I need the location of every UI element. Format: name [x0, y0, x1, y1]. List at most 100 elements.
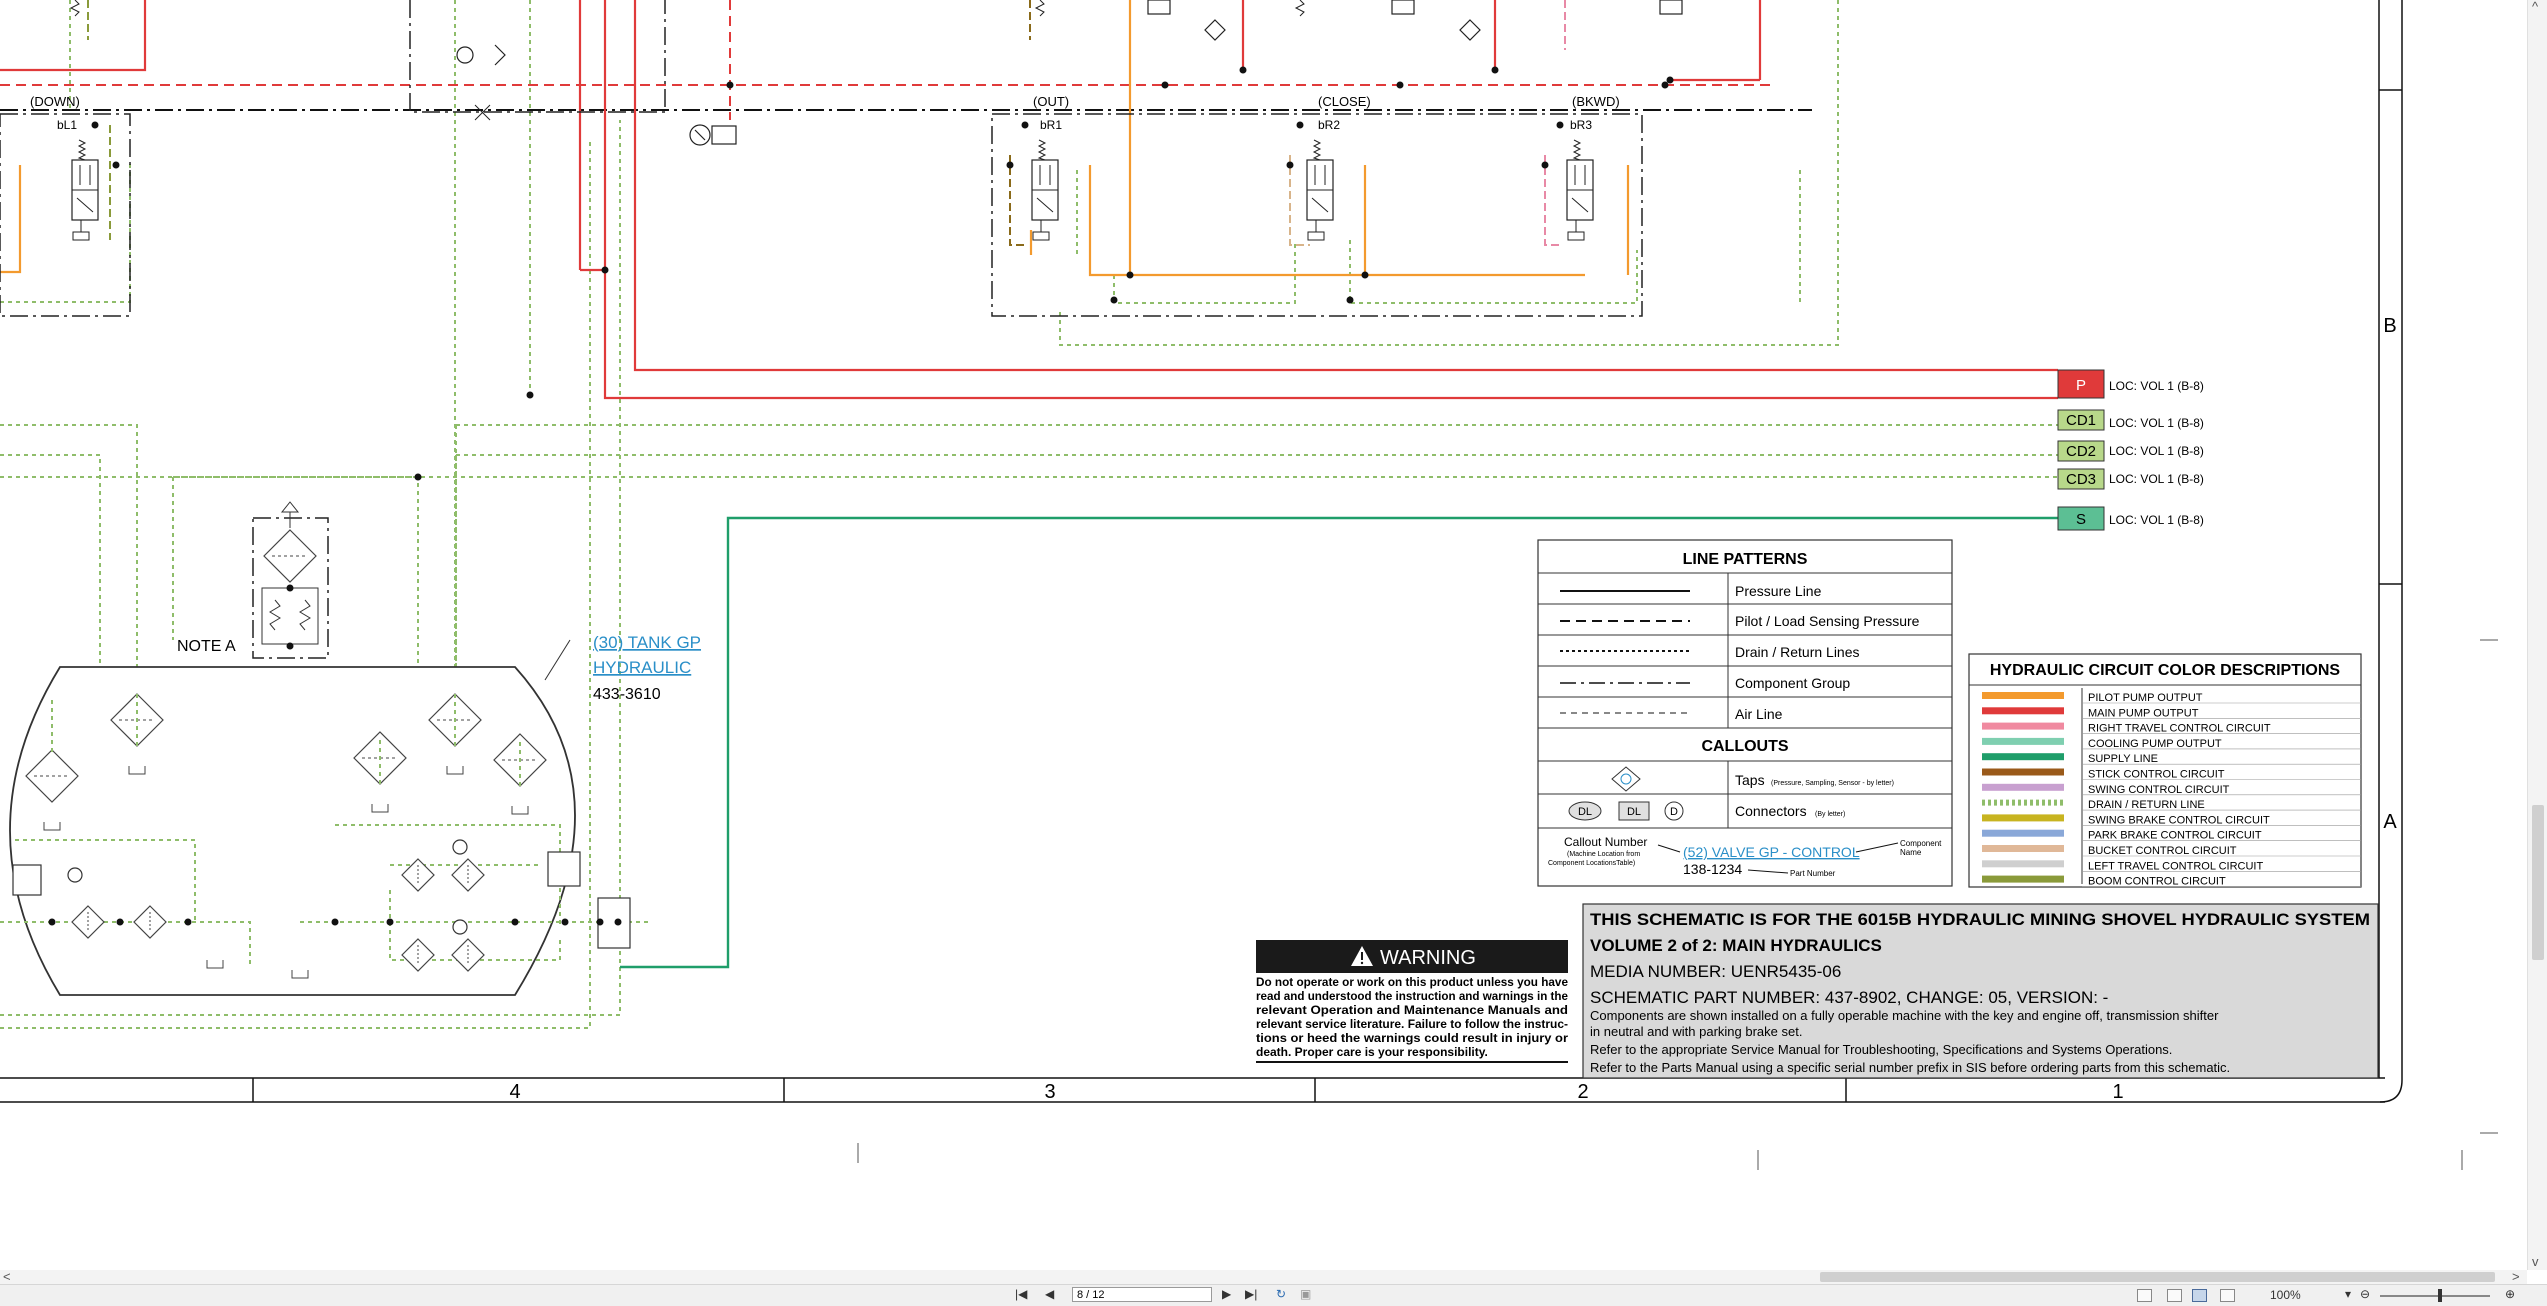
- scroll-left-icon[interactable]: <: [3, 1270, 11, 1284]
- vertical-scrollbar[interactable]: ^ v: [2527, 0, 2547, 1270]
- callout-part-number-label: Part Number: [1790, 869, 1836, 878]
- color-description-label: LEFT TRAVEL CONTROL CIRCUIT: [2088, 860, 2263, 872]
- scroll-up-icon[interactable]: ^: [2532, 0, 2538, 14]
- warning-title: WARNING: [1380, 947, 1476, 969]
- pattern-pressure-line: Pressure Line: [1735, 583, 1822, 599]
- facing-continuous-view-icon[interactable]: [2220, 1289, 2235, 1302]
- first-page-icon[interactable]: |◀: [1015, 1287, 1027, 1301]
- facing-view-icon[interactable]: [2192, 1289, 2207, 1302]
- color-description-label: MAIN PUMP OUTPUT: [2088, 707, 2199, 719]
- warning-line-1: Do not operate or work on this product u…: [1256, 975, 1568, 989]
- color-swatch: [1982, 829, 2064, 837]
- callouts-d: D: [1670, 806, 1678, 818]
- zoom-dropdown-icon[interactable]: ▾: [2345, 1287, 2351, 1301]
- connector-cd3[interactable]: CD3 LOC: VOL 1 (B-8): [2057, 468, 2204, 490]
- connector-cd1[interactable]: CD1 LOC: VOL 1 (B-8): [2057, 409, 2204, 431]
- previous-page-icon[interactable]: ◀: [1045, 1287, 1054, 1301]
- title-note-3: Refer to the appropriate Service Manual …: [1590, 1042, 2172, 1057]
- color-description-label: BUCKET CONTROL CIRCUIT: [2088, 845, 2237, 857]
- tank-switch-right: [547, 851, 581, 887]
- tank-callout-link-line2[interactable]: HYDRAULIC: [593, 658, 691, 677]
- color-description-label: PARK BRAKE CONTROL CIRCUIT: [2088, 830, 2262, 842]
- warning-line-2: read and understood the instruction and …: [1256, 989, 1568, 1003]
- color-descriptions-title: HYDRAULIC CIRCUIT COLOR DESCRIPTIONS: [1990, 662, 2341, 679]
- callout-note-1: (Machine Location from: [1567, 851, 1640, 858]
- single-page-view-icon[interactable]: [2137, 1289, 2152, 1302]
- color-swatch: [1982, 860, 2064, 868]
- hydraulic-tank: [9, 666, 576, 996]
- title-media-number: MEDIA NUMBER: UENR5435-06: [1590, 962, 1841, 981]
- check-valve-top: [456, 46, 474, 64]
- warning-line-4: relevant service literature. Failure to …: [1256, 1017, 1568, 1031]
- color-description-label: SWING CONTROL CIRCUIT: [2088, 784, 2230, 796]
- page-number-input[interactable]: [1072, 1287, 1212, 1302]
- horizontal-scroll-thumb[interactable]: [1820, 1272, 2495, 1282]
- rotate-icon[interactable]: ↻: [1276, 1287, 1286, 1301]
- callout-example-link[interactable]: (52) VALVE GP - CONTROL: [1683, 844, 1860, 860]
- component-group-top: [409, 0, 666, 113]
- color-description-label: BOOM CONTROL CIRCUIT: [2088, 876, 2226, 888]
- zoom-out-icon[interactable]: ⊖: [2360, 1287, 2370, 1301]
- tank-check-1: [67, 867, 83, 883]
- connector-cd3-code: CD3: [2066, 471, 2096, 488]
- color-swatch: [1982, 768, 2064, 776]
- zoom-slider-knob[interactable]: [2438, 1289, 2442, 1302]
- zone-column-1: 1: [2112, 1081, 2123, 1103]
- pattern-air-line: Air Line: [1735, 706, 1783, 722]
- valve-bl1: [71, 139, 99, 241]
- zoom-level[interactable]: 100%: [2270, 1288, 2301, 1302]
- color-swatch: [1982, 753, 2064, 761]
- vertical-scroll-thumb[interactable]: [2532, 805, 2544, 960]
- zoom-in-icon[interactable]: ⊕: [2505, 1287, 2515, 1301]
- horizontal-scrollbar[interactable]: < >: [0, 1270, 2527, 1284]
- label-bl1: bL1: [57, 118, 77, 132]
- next-page-icon[interactable]: ▶: [1222, 1287, 1231, 1301]
- color-description-label: SWING BRAKE CONTROL CIRCUIT: [2088, 814, 2270, 826]
- warning-line-5: tions or heed the warnings could result …: [1256, 1031, 1568, 1045]
- connector-p-code: P: [2076, 377, 2086, 394]
- pattern-drain-line: Drain / Return Lines: [1735, 644, 1860, 660]
- connector-cd2-code: CD2: [2066, 443, 2096, 460]
- zoom-slider[interactable]: [2380, 1295, 2490, 1297]
- tank-part-number: 433-3610: [593, 686, 661, 703]
- schematic-canvas: 4 3 2 1 B A (DOWN) bL1 (OUT) bR1 (CLOSE)…: [0, 0, 2547, 1270]
- connector-s[interactable]: S LOC: VOL 1 (B-8): [2057, 506, 2204, 531]
- tank-callout-link-line1[interactable]: (30) TANK GP: [593, 633, 701, 652]
- callout-component-name-2: Name: [1900, 848, 1922, 857]
- scroll-down-icon[interactable]: v: [2532, 1255, 2539, 1269]
- title-note-4: Refer to the Parts Manual using a specif…: [1590, 1060, 2230, 1075]
- zone-column-2: 2: [1577, 1081, 1588, 1103]
- connector-cd2[interactable]: CD2 LOC: VOL 1 (B-8): [2057, 440, 2204, 462]
- color-description-label: PILOT PUMP OUTPUT: [2088, 692, 2203, 704]
- callouts-dl-rect: DL: [1627, 806, 1641, 818]
- valve-br2: [1306, 139, 1334, 241]
- connector-s-code: S: [2076, 511, 2086, 528]
- export-icon[interactable]: ▣: [1300, 1287, 1311, 1301]
- stick-line: [1009, 155, 1025, 246]
- last-page-icon[interactable]: ▶|: [1245, 1287, 1257, 1301]
- top-component-2: [1391, 0, 1415, 15]
- check-valve-2: [1459, 19, 1481, 41]
- callouts-connectors-label: Connectors: [1735, 803, 1807, 819]
- callouts-taps-label: Taps: [1735, 772, 1765, 788]
- pattern-pilot-line: Pilot / Load Sensing Pressure: [1735, 613, 1920, 629]
- main-pump-pilot-lines: [0, 0, 1770, 120]
- color-swatch: [1982, 737, 2064, 745]
- pilot-pump-lines: [0, 0, 1630, 277]
- top-component-1: [1147, 0, 1171, 15]
- continuous-view-icon[interactable]: [2167, 1289, 2182, 1302]
- callout-note-2: Component LocationsTable): [1548, 860, 1635, 867]
- connector-p[interactable]: P LOC: VOL 1 (B-8): [2057, 369, 2204, 399]
- valve-br1: [1031, 139, 1059, 241]
- callout-component-name-1: Component: [1900, 839, 1942, 848]
- color-swatch: [1982, 692, 2064, 699]
- color-swatch: [1982, 783, 2064, 791]
- label-bkwd: (BKWD): [1572, 94, 1620, 109]
- scroll-right-icon[interactable]: >: [2512, 1270, 2520, 1284]
- title-line-1: THIS SCHEMATIC IS FOR THE 6015B HYDRAULI…: [1590, 910, 2370, 929]
- gauge-icon: [689, 124, 737, 146]
- tank-switch-left: [12, 864, 42, 896]
- color-description-label: COOLING PUMP OUTPUT: [2088, 738, 2222, 750]
- connector-cd2-loc: LOC: VOL 1 (B-8): [2109, 444, 2204, 458]
- color-description-label: DRAIN / RETURN LINE: [2088, 799, 2205, 811]
